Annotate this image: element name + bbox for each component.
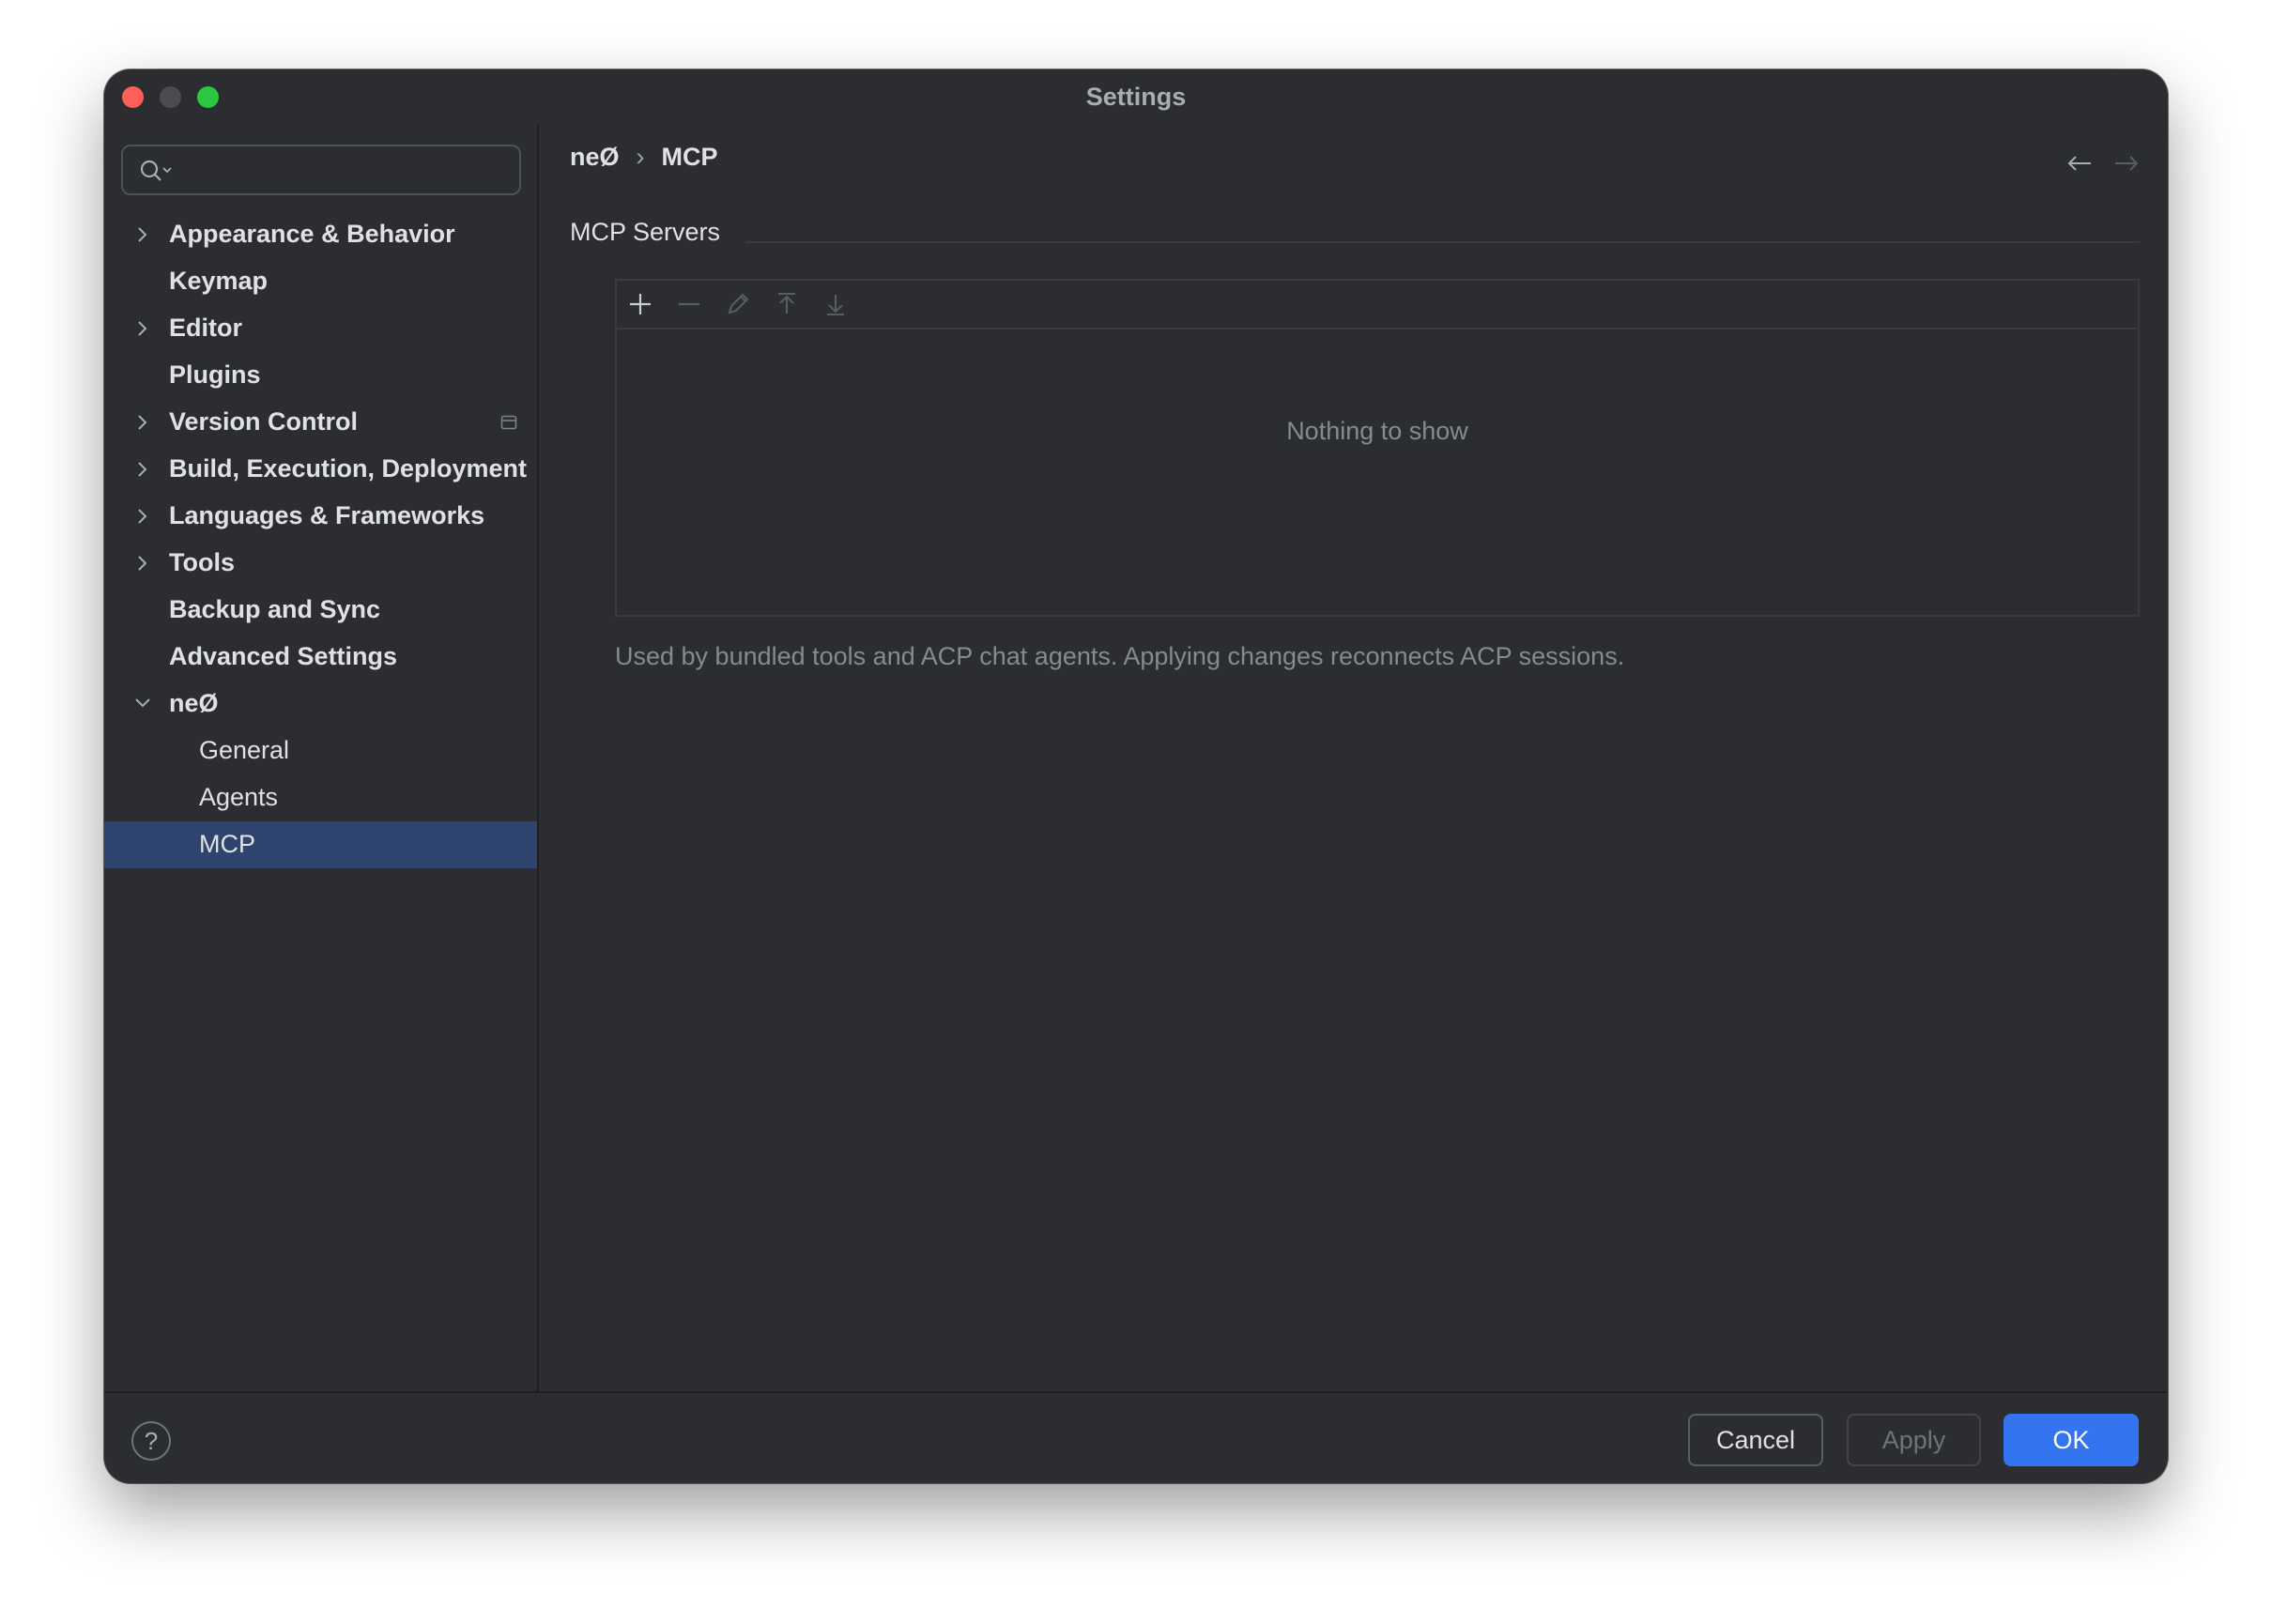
settings-sidebar: Appearance & Behavior Keymap Editor Plug…	[104, 124, 539, 1391]
sidebar-item-label: Keymap	[169, 267, 269, 295]
sidebar-item-label: Advanced Settings	[169, 642, 398, 670]
hint-text: Used by bundled tools and ACP chat agent…	[615, 642, 1625, 670]
chevron-right-icon[interactable]	[136, 460, 149, 479]
sidebar-item-label: Plugins	[169, 360, 261, 389]
move-down-icon[interactable]	[821, 290, 850, 318]
breadcrumb-current: MCP	[661, 143, 718, 171]
section-title: MCP Servers	[570, 218, 721, 246]
chevron-right-icon[interactable]	[136, 319, 149, 338]
move-up-icon[interactable]	[773, 290, 801, 318]
sidebar-item-label: Build, Execution, Deployment	[169, 454, 528, 483]
chevron-right-icon[interactable]	[136, 225, 149, 244]
sidebar-item-mcp[interactable]: MCP	[104, 821, 537, 868]
list-toolbar	[617, 281, 2138, 329]
sidebar-item-neo[interactable]: neØ	[104, 681, 537, 728]
edit-icon[interactable]	[724, 290, 752, 318]
breadcrumb-parent[interactable]: neØ	[570, 143, 620, 171]
chevron-down-icon[interactable]	[133, 697, 152, 710]
project-level-icon	[500, 415, 517, 430]
search-icon	[140, 160, 172, 181]
breadcrumb: neØ › MCP	[570, 143, 718, 172]
sidebar-item-label: General	[199, 736, 290, 764]
sidebar-item-appearance-behavior[interactable]: Appearance & Behavior	[104, 211, 537, 258]
settings-content: neØ › MCP MCP Servers Nothing to show Us…	[539, 124, 2168, 1391]
add-icon[interactable]	[626, 290, 654, 318]
sidebar-item-label: Appearance & Behavior	[169, 220, 455, 248]
arrow-left-icon[interactable]	[2066, 154, 2093, 177]
empty-state-text: Nothing to show	[1286, 417, 1468, 445]
sidebar-item-label: Backup and Sync	[169, 595, 381, 623]
breadcrumb-separator: ›	[636, 143, 645, 171]
sidebar-item-label: neØ	[169, 689, 219, 717]
search-input[interactable]	[121, 145, 521, 195]
sidebar-item-label: Version Control	[169, 407, 359, 436]
sidebar-item-keymap[interactable]: Keymap	[104, 258, 537, 305]
remove-icon[interactable]	[675, 290, 703, 318]
ok-button[interactable]: OK	[2003, 1414, 2139, 1466]
chevron-right-icon[interactable]	[136, 413, 149, 432]
history-navigation	[2049, 154, 2140, 177]
arrow-right-icon[interactable]	[2113, 154, 2140, 177]
title-bar: Settings	[104, 69, 2168, 124]
sidebar-item-label: Editor	[169, 314, 242, 342]
sidebar-item-label: Tools	[169, 548, 235, 576]
settings-window: Settings Appearance & Behavior Keymap Ed…	[104, 69, 2168, 1483]
chevron-right-icon[interactable]	[136, 554, 149, 573]
dialog-footer: ? Cancel Apply OK	[104, 1391, 2168, 1483]
sidebar-item-label: MCP	[199, 830, 255, 858]
sidebar-item-backup-sync[interactable]: Backup and Sync	[104, 587, 537, 634]
window-title: Settings	[1085, 83, 1187, 111]
section-divider	[745, 241, 2140, 243]
sidebar-item-advanced-settings[interactable]: Advanced Settings	[104, 634, 537, 681]
sidebar-item-plugins[interactable]: Plugins	[104, 352, 537, 399]
sidebar-item-general[interactable]: General	[104, 728, 537, 774]
chevron-right-icon[interactable]	[136, 507, 149, 526]
sidebar-item-build-execution-deployment[interactable]: Build, Execution, Deployment	[104, 446, 537, 493]
sidebar-item-tools[interactable]: Tools	[104, 540, 537, 587]
sidebar-item-label: Agents	[199, 783, 279, 811]
sidebar-item-label: Languages & Frameworks	[169, 501, 485, 529]
apply-button[interactable]: Apply	[1847, 1414, 1981, 1466]
sidebar-item-editor[interactable]: Editor	[104, 305, 537, 352]
help-button[interactable]: ?	[131, 1421, 171, 1461]
sidebar-item-agents[interactable]: Agents	[104, 774, 537, 821]
cancel-button[interactable]: Cancel	[1688, 1414, 1823, 1466]
sidebar-item-version-control[interactable]: Version Control	[104, 399, 537, 446]
sidebar-item-languages-frameworks[interactable]: Languages & Frameworks	[104, 493, 537, 540]
mcp-servers-list: Nothing to show	[615, 279, 2140, 617]
